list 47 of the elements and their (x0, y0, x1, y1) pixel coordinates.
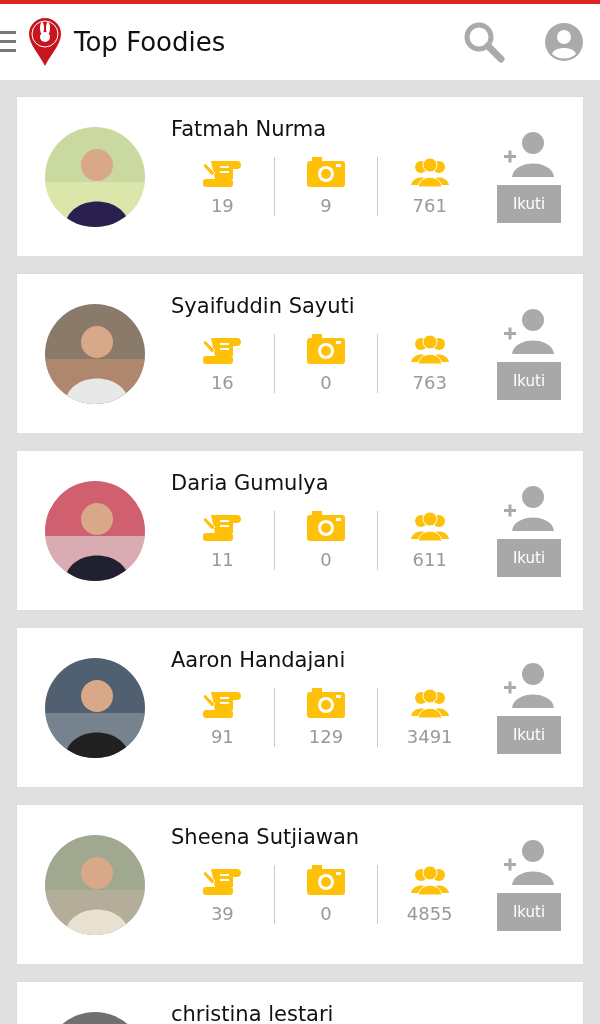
followers-icon (410, 511, 449, 541)
profile-icon[interactable] (544, 22, 584, 62)
foodie-card[interactable]: Aaron Handajani 91 129 3491 Ikuti (16, 627, 584, 788)
review-count: 19 (210, 195, 234, 216)
camera-icon (307, 865, 345, 895)
follower-count: 3491 (406, 726, 453, 747)
foodie-name[interactable]: Sheena Sutjiawan (171, 825, 360, 849)
foodie-card[interactable]: Fatmah Nurma 19 9 761 Ikuti (16, 96, 584, 257)
foodie-card[interactable]: Syaifuddin Sayuti 16 0 763 Ikuti (16, 273, 584, 434)
followers-icon (410, 334, 449, 364)
camera-icon (307, 511, 345, 541)
camera-icon (307, 334, 345, 364)
follower-count: 4855 (406, 903, 453, 924)
add-user-icon (504, 131, 554, 177)
followers-icon (410, 865, 449, 895)
photo-count: 0 (320, 903, 332, 924)
foodie-name[interactable]: Daria Gumulya (171, 471, 329, 495)
add-user-icon (504, 839, 554, 885)
follower-count: 611 (412, 549, 447, 570)
followers-icon (410, 688, 449, 718)
foodie-card[interactable]: Daria Gumulya 11 0 611 Ikuti (16, 450, 584, 611)
camera-icon (307, 157, 345, 187)
photo-count: 9 (320, 195, 332, 216)
foodie-card[interactable]: christina lestari (16, 981, 584, 1024)
follower-count: 763 (412, 372, 447, 393)
logo-icon (28, 17, 62, 67)
add-user-icon (504, 308, 554, 354)
photo-count: 0 (320, 549, 332, 570)
photo-count: 129 (308, 726, 344, 747)
followers-icon (410, 157, 449, 187)
review-count: 16 (210, 372, 234, 393)
review-count: 91 (210, 726, 234, 747)
review-count: 39 (210, 903, 234, 924)
add-user-icon (504, 662, 554, 708)
menu-icon[interactable] (0, 31, 16, 53)
photo-count: 0 (320, 372, 332, 393)
search-icon[interactable] (462, 20, 506, 64)
foodie-name[interactable]: christina lestari (171, 1002, 334, 1024)
foodie-name[interactable]: Syaifuddin Sayuti (171, 294, 355, 318)
add-user-icon (504, 485, 554, 531)
camera-icon (307, 688, 345, 718)
page-title: Top Foodies (74, 27, 227, 57)
follower-count: 761 (412, 195, 447, 216)
foodie-card[interactable]: Sheena Sutjiawan 39 0 4855 Ikuti (16, 804, 584, 965)
foodie-name[interactable]: Fatmah Nurma (171, 117, 327, 141)
review-count: 11 (210, 549, 234, 570)
foodie-name[interactable]: Aaron Handajani (171, 648, 346, 672)
